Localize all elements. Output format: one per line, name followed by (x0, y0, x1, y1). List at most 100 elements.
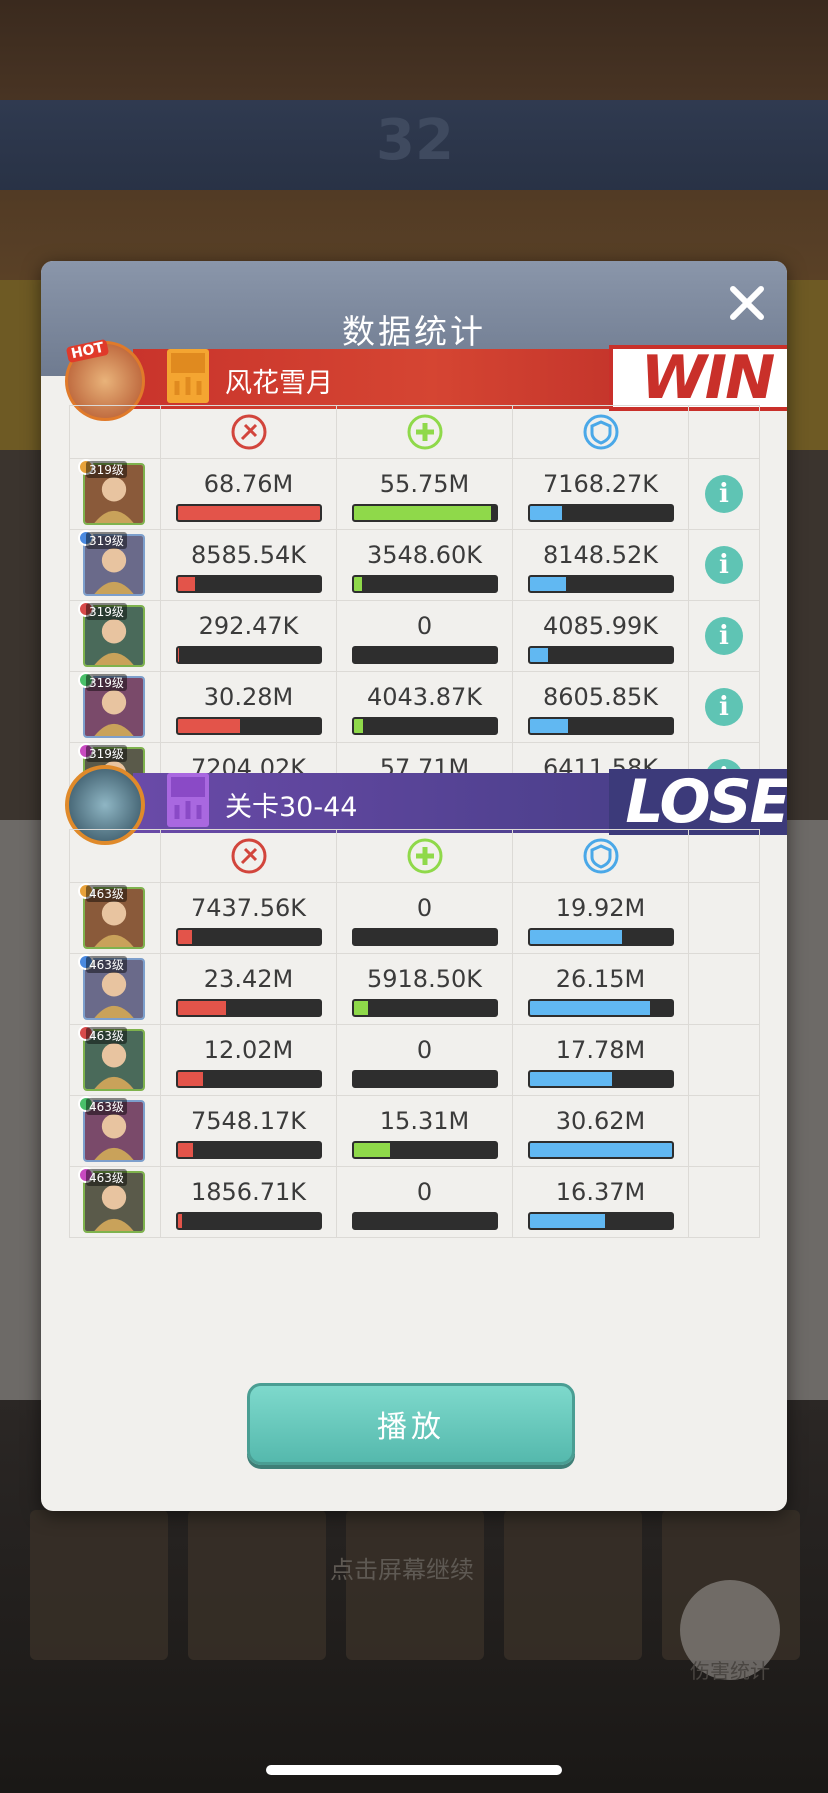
defense-bar-fill (529, 1143, 672, 1157)
damage-cell: 7548.17K (160, 1095, 337, 1167)
damage-bar-fill (177, 648, 179, 662)
info-cell (688, 1095, 760, 1167)
defense-cell: 16.37M (512, 1166, 689, 1238)
defense-icon (583, 414, 618, 450)
damage-cell: 1856.71K (160, 1166, 337, 1238)
info-cell: i (688, 600, 760, 672)
defense-bar-fill (529, 506, 563, 520)
header-damage-cell (160, 829, 337, 883)
defense-cell: 8148.52K (512, 529, 689, 601)
heal-bar (351, 1141, 498, 1159)
heal-value: 15.31M (379, 1107, 470, 1135)
defense-value: 26.15M (555, 965, 646, 993)
info-cell (688, 882, 760, 954)
hero-row: 319级 30.28M 4043.87K 8605.85K i (69, 671, 760, 743)
heal-value: 5918.50K (367, 965, 482, 993)
info-icon[interactable]: i (705, 688, 743, 726)
heal-cell: 5918.50K (336, 953, 513, 1025)
defense-bar-fill (529, 1072, 612, 1086)
damage-bar (175, 1070, 322, 1088)
heal-value: 4043.87K (367, 683, 482, 711)
hero-cell: 463级 (69, 1024, 161, 1096)
team-flag-icon (167, 349, 209, 403)
info-icon[interactable]: i (705, 546, 743, 584)
header-damage-cell (160, 405, 337, 459)
info-icon[interactable]: i (705, 475, 743, 513)
damage-value: 8585.54K (191, 541, 306, 569)
heal-icon (407, 414, 442, 450)
heal-cell: 55.75M (336, 458, 513, 530)
damage-icon (231, 838, 266, 874)
defense-bar-fill (529, 930, 622, 944)
hero-level: 319级 (86, 745, 127, 762)
hero-row: 463级 23.42M 5918.50K 26.15M (69, 953, 760, 1025)
hero-level: 463级 (86, 885, 127, 902)
hero-cell: 463级 (69, 953, 161, 1025)
damage-value: 23.42M (203, 965, 294, 993)
damage-value: 68.76M (203, 470, 294, 498)
damage-bar (175, 999, 322, 1017)
heal-value: 0 (416, 894, 433, 922)
damage-cell: 8585.54K (160, 529, 337, 601)
hero-level: 463级 (86, 1027, 127, 1044)
heal-icon (407, 838, 442, 874)
info-cell: i (688, 671, 760, 743)
info-cell (688, 1024, 760, 1096)
hero-cell: 319级 (69, 529, 161, 601)
hero-level: 319级 (86, 532, 127, 549)
close-icon (730, 286, 764, 320)
close-button[interactable] (723, 279, 771, 327)
header-defense-cell (512, 405, 689, 459)
heal-value: 0 (416, 1178, 433, 1206)
damage-cell: 23.42M (160, 953, 337, 1025)
home-indicator[interactable] (266, 1765, 562, 1775)
heal-bar-fill (353, 577, 363, 591)
defense-bar-fill (529, 1001, 651, 1015)
hero-row: 463级 12.02M 0 17.78M (69, 1024, 760, 1096)
header-hero-cell (69, 829, 161, 883)
damage-bar (175, 646, 322, 664)
damage-bar (175, 1212, 322, 1230)
hero-row: 319级 292.47K 0 4085.99K i (69, 600, 760, 672)
damage-bar-fill (177, 1143, 194, 1157)
hero-card (346, 1510, 484, 1660)
defense-bar (527, 717, 674, 735)
hero-level: 319级 (86, 461, 127, 478)
hero-level: 463级 (86, 1169, 127, 1186)
info-cell: i (688, 458, 760, 530)
header-info-cell (688, 829, 760, 883)
defense-bar-fill (529, 577, 567, 591)
hero-row: 319级 68.76M 55.75M 7168.27K i (69, 458, 760, 530)
defense-bar (527, 646, 674, 664)
defense-cell: 19.92M (512, 882, 689, 954)
damage-value: 12.02M (203, 1036, 294, 1064)
defense-value: 17.78M (555, 1036, 646, 1064)
header-heal-cell (336, 405, 513, 459)
hero-level: 463级 (86, 1098, 127, 1115)
damage-cell: 68.76M (160, 458, 337, 530)
heal-cell: 0 (336, 1024, 513, 1096)
heal-value: 55.75M (379, 470, 470, 498)
damage-bar-fill (177, 577, 195, 591)
defense-bar (527, 1070, 674, 1088)
defense-value: 30.62M (555, 1107, 646, 1135)
damage-bar-fill (177, 1001, 226, 1015)
info-cell (688, 953, 760, 1025)
defense-value: 16.37M (555, 1178, 646, 1206)
damage-bar-fill (177, 1072, 204, 1086)
play-button[interactable]: 播放 (247, 1383, 575, 1465)
hero-cell: 463级 (69, 882, 161, 954)
info-icon[interactable]: i (705, 617, 743, 655)
defense-value: 8605.85K (543, 683, 658, 711)
hero-row: 463级 1856.71K 0 16.37M (69, 1166, 760, 1238)
stats-dialog: 数据统计 HOT 风花雪月 WIN 319级 68.76M 55.75M 716… (41, 261, 787, 1511)
heal-bar (351, 717, 498, 735)
header-defense-cell (512, 829, 689, 883)
damage-cell: 7437.56K (160, 882, 337, 954)
hero-cell: 319级 (69, 600, 161, 672)
team-name: 风花雪月 (225, 368, 333, 399)
heal-bar (351, 928, 498, 946)
stats-table-lose: 463级 7437.56K 0 19.92M 463级 23.42M 5918.50K 26.… (69, 829, 760, 1238)
heal-bar-fill (353, 1143, 391, 1157)
defense-bar (527, 504, 674, 522)
